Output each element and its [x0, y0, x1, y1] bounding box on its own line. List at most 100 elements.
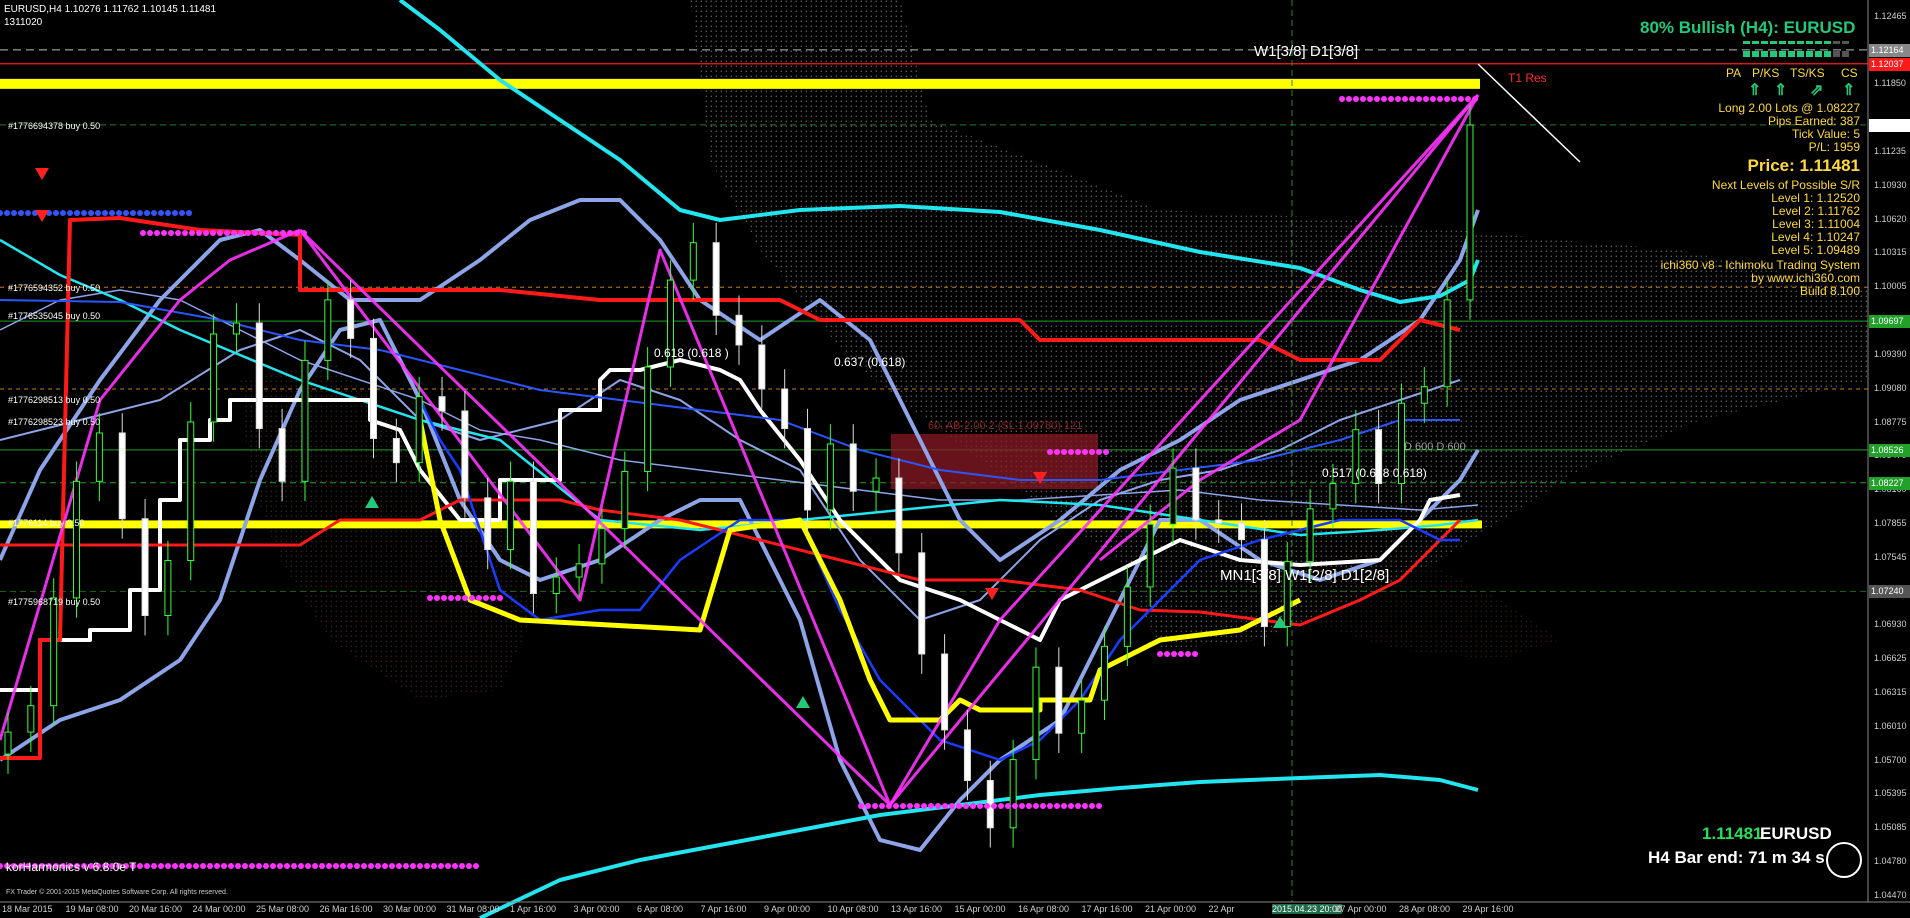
- x-tick-label: 27 Apr 00:00: [1335, 904, 1387, 914]
- pattern-dot: [1047, 803, 1053, 809]
- strength-cell: [1743, 41, 1750, 44]
- pattern-dot: [452, 863, 458, 869]
- strength-cell: [1770, 41, 1777, 44]
- pattern-dot: [368, 863, 374, 869]
- candle-body: [758, 344, 766, 390]
- pattern-dot: [151, 863, 157, 869]
- pattern-dot: [179, 210, 185, 216]
- pattern-dot: [172, 863, 178, 869]
- pattern-dot: [1465, 96, 1471, 102]
- pattern-dot: [203, 230, 209, 236]
- pattern-dot: [963, 803, 969, 809]
- pattern-dot: [175, 230, 181, 236]
- pattern-dot: [245, 230, 251, 236]
- pattern-dot: [942, 803, 948, 809]
- pattern-dot: [340, 863, 346, 869]
- x-tick-label: 22 Apr: [1208, 904, 1235, 914]
- pattern-dot: [235, 863, 241, 869]
- strength-cell: [1761, 41, 1768, 44]
- candle-body: [872, 477, 880, 492]
- order-label: #1776114 buy 0.50: [8, 518, 85, 528]
- up-arrow-icon: ⇗: [1810, 82, 1824, 99]
- pattern-dot: [1192, 651, 1198, 657]
- pattern-dot: [301, 230, 307, 236]
- pattern-dot: [186, 863, 192, 869]
- candle-body: [1215, 519, 1223, 524]
- cs-header: CS: [1841, 66, 1858, 80]
- pattern-dot: [497, 595, 503, 601]
- pattern-dot: [865, 803, 871, 809]
- x-tick-label: 18 Mar 2015: [2, 904, 53, 914]
- pattern-dot: [263, 863, 269, 869]
- pattern-dot: [11, 210, 17, 216]
- x-tick-label: 7 Apr 16:00: [700, 904, 747, 914]
- pattern-dot: [886, 803, 892, 809]
- pattern-dot: [147, 230, 153, 236]
- pattern-dot: [1185, 651, 1191, 657]
- pattern-dot: [305, 863, 311, 869]
- pattern-dot: [165, 863, 171, 869]
- system-url: by www.ichi360.com: [1751, 271, 1860, 285]
- x-tick-label: 25 Mar 08:00: [256, 904, 310, 914]
- candle-body: [1306, 508, 1314, 563]
- candle-body: [164, 560, 172, 617]
- pattern-dot: [221, 863, 227, 869]
- fib-label: 0.618 (0.618 ): [654, 346, 729, 360]
- x-tick-label: 15 Apr 00:00: [954, 904, 1006, 914]
- pattern-dot: [1157, 651, 1163, 657]
- fib-label: D 600 D 600: [1404, 441, 1466, 453]
- x-tick-label: 13 Apr 16:00: [891, 904, 943, 914]
- pattern-dot: [228, 863, 234, 869]
- y-tick-label: 1.10315: [1874, 247, 1907, 258]
- pattern-dot: [179, 863, 185, 869]
- x-tick-label: 6 Apr 08:00: [637, 904, 684, 914]
- strength-cell: [1752, 51, 1759, 57]
- pattern-dot: [182, 230, 188, 236]
- x-tick-label: 16 Apr 08:00: [1018, 904, 1070, 914]
- pattern-dot: [459, 863, 465, 869]
- pattern-dot: [1061, 449, 1067, 455]
- pattern-dot: [1005, 803, 1011, 809]
- mtf-label-bottom: MN1[3/8] W1[2/8] D1[2/8]: [1220, 567, 1390, 584]
- pattern-dot: [1374, 96, 1380, 102]
- price-box: 1.08526: [1869, 443, 1910, 457]
- price-box: 1.12037: [1869, 57, 1910, 71]
- pattern-dot: [291, 863, 297, 869]
- pattern-dot: [448, 595, 454, 601]
- trading-chart[interactable]: EURUSD,H4 1.10276 1.11762 1.10145 1.1148…: [0, 0, 1910, 918]
- candle-body: [1055, 666, 1063, 734]
- pattern-dot: [441, 595, 447, 601]
- pattern-dot: [298, 863, 304, 869]
- current-price: Price: 1.11481: [1747, 156, 1860, 175]
- pattern-dot: [1033, 803, 1039, 809]
- pattern-dot: [326, 863, 332, 869]
- y-tick-label: 1.10005: [1874, 281, 1907, 292]
- pattern-dot: [998, 803, 1004, 809]
- pa-header: PA: [1726, 66, 1742, 80]
- pattern-dot: [1451, 96, 1457, 102]
- pattern-dot: [231, 230, 237, 236]
- pattern-dot: [277, 863, 283, 869]
- pattern-dot: [1472, 96, 1478, 102]
- x-tick-label: 19 Mar 08:00: [65, 904, 119, 914]
- copyright: FX Trader © 2001-2015 MetaQuotes Softwar…: [6, 889, 228, 896]
- chart-canvas[interactable]: [0, 0, 1910, 918]
- strength-cell: [1761, 51, 1768, 57]
- pattern-dot: [130, 210, 136, 216]
- pattern-dot: [137, 210, 143, 216]
- candle-body: [1329, 483, 1337, 510]
- symbol-header: EURUSD,H4 1.10276 1.11762 1.10145 1.1148…: [4, 4, 217, 15]
- strength-cell: [1806, 41, 1813, 44]
- candle-body: [141, 518, 149, 617]
- pattern-dot: [928, 803, 934, 809]
- pattern-dot: [207, 863, 213, 869]
- pattern-dot: [200, 863, 206, 869]
- pattern-dot: [189, 230, 195, 236]
- pattern-dot: [102, 210, 108, 216]
- pattern-dot: [165, 210, 171, 216]
- price-box: 1.12164: [1869, 43, 1910, 57]
- mtf-label-top: W1[3/8] D1[3/8]: [1254, 43, 1359, 60]
- pattern-dot: [445, 863, 451, 869]
- pattern-dot: [1082, 803, 1088, 809]
- pattern-dot: [1047, 449, 1053, 455]
